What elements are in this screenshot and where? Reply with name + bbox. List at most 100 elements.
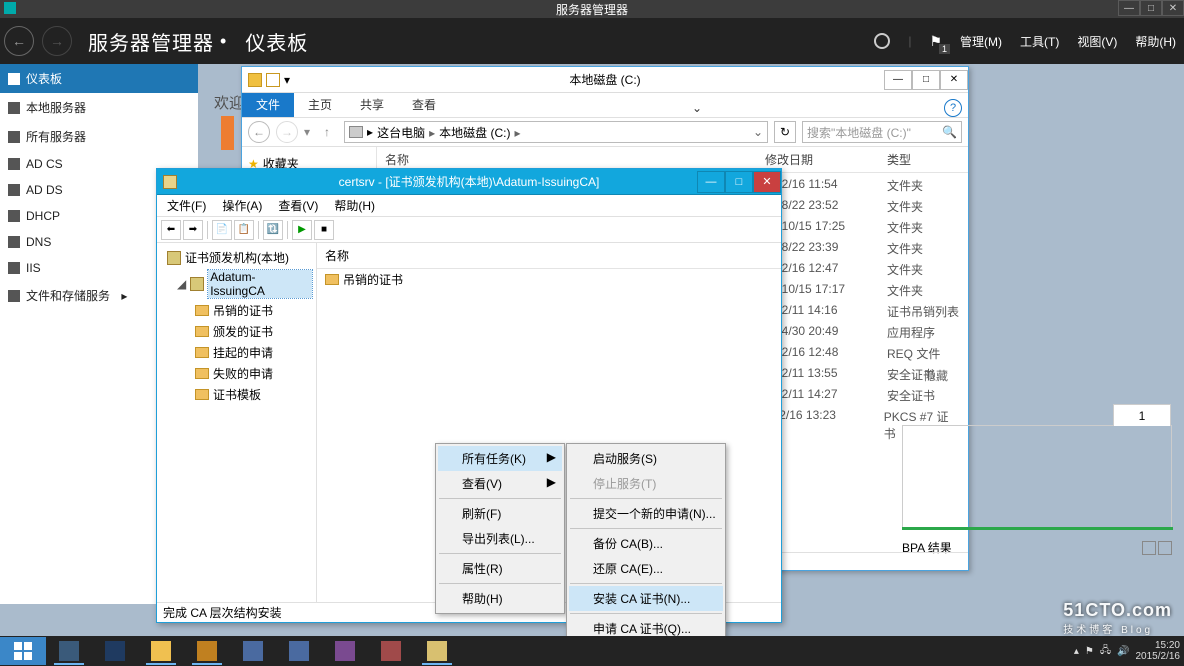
- mmc-close-button[interactable]: ✕: [753, 171, 781, 193]
- menu-view[interactable]: 视图(V): [1077, 33, 1117, 50]
- menu-item[interactable]: 导出列表(L)...: [438, 526, 562, 551]
- explorer-titlebar[interactable]: ▾ 本地磁盘 (C:) —□✕: [242, 67, 968, 93]
- tb-powershell[interactable]: [92, 637, 138, 665]
- tb-app4[interactable]: [322, 637, 368, 665]
- menu-item[interactable]: 帮助(H): [438, 586, 562, 611]
- tb-stop-icon[interactable]: ■: [314, 220, 334, 240]
- tb-app5[interactable]: [368, 637, 414, 665]
- up-button[interactable]: ↑: [316, 121, 338, 143]
- tree-item[interactable]: 证书模板: [187, 384, 314, 405]
- menu-item[interactable]: 安装 CA 证书(N)...: [569, 586, 723, 611]
- refresh-icon[interactable]: [874, 33, 890, 49]
- mmc-tree[interactable]: 证书颁发机构(本地) ◢Adatum-IssuingCA 吊销的证书颁发的证书挂…: [157, 243, 317, 602]
- refresh-button[interactable]: ↻: [774, 121, 796, 143]
- tray-clock[interactable]: 15:202015/2/16: [1136, 640, 1181, 662]
- context-menu-2[interactable]: 启动服务(S)停止服务(T)提交一个新的申请(N)...备份 CA(B)...还…: [566, 443, 726, 644]
- menu-item[interactable]: 刷新(F): [438, 501, 562, 526]
- sidebar-item-all[interactable]: 所有服务器: [0, 122, 198, 151]
- crumb-drive[interactable]: 本地磁盘 (C:): [439, 124, 520, 141]
- tb-up-icon[interactable]: 📄: [212, 220, 232, 240]
- close-button[interactable]: ✕: [1162, 0, 1184, 16]
- tree-item[interactable]: 吊销的证书: [187, 300, 314, 321]
- menu-item[interactable]: 启动服务(S): [569, 446, 723, 471]
- col-type[interactable]: 类型: [887, 151, 911, 168]
- notifications-flag-icon[interactable]: ⚑1: [929, 33, 942, 50]
- mmc-titlebar[interactable]: certsrv - [证书颁发机构(本地)\Adatum-IssuingCA] …: [157, 169, 781, 195]
- start-button[interactable]: [0, 637, 46, 665]
- server-tile-count[interactable]: 1: [1113, 404, 1171, 426]
- tree-item[interactable]: 颁发的证书: [187, 321, 314, 342]
- exp-maximize-button[interactable]: □: [912, 70, 940, 90]
- tb-props-icon[interactable]: 📋: [234, 220, 254, 240]
- back-nav-button[interactable]: ←: [248, 121, 270, 143]
- tab-share[interactable]: 共享: [346, 92, 398, 117]
- qat-icon[interactable]: [266, 73, 280, 87]
- ribbon-expand[interactable]: ⌄: [690, 99, 704, 117]
- maximize-button[interactable]: □: [1140, 0, 1162, 16]
- tray-network-icon[interactable]: 🖧: [1100, 643, 1111, 660]
- sidebar-item-dashboard[interactable]: 仪表板: [0, 64, 198, 93]
- mmc-list-header[interactable]: 名称: [317, 243, 781, 269]
- col-name[interactable]: 名称: [385, 151, 765, 168]
- col-date[interactable]: 修改日期: [765, 151, 887, 168]
- menu-file[interactable]: 文件(F): [161, 195, 212, 216]
- quickstart-marker: [221, 116, 234, 150]
- list-item[interactable]: 吊销的证书: [317, 269, 781, 290]
- menu-item[interactable]: 属性(R): [438, 556, 562, 581]
- menu-help[interactable]: 帮助(H): [1135, 33, 1176, 50]
- tb-app1[interactable]: [184, 637, 230, 665]
- menu-manage[interactable]: 管理(M): [960, 33, 1002, 50]
- breadcrumb-page[interactable]: 仪表板: [245, 27, 308, 56]
- menu-item[interactable]: 所有任务(K)▶: [438, 446, 562, 471]
- help-icon[interactable]: ?: [944, 99, 962, 117]
- tb-servermanager[interactable]: [46, 637, 92, 665]
- tb-forward-icon[interactable]: ➡: [183, 220, 203, 240]
- tray-expand-icon[interactable]: ▴: [1074, 646, 1079, 657]
- tree-item[interactable]: 挂起的申请: [187, 342, 314, 363]
- tb-start-icon[interactable]: ▶: [292, 220, 312, 240]
- history-arrow[interactable]: ▾: [304, 125, 310, 139]
- tray-sound-icon[interactable]: 🔊: [1117, 646, 1129, 657]
- tray-flag-icon[interactable]: ⚑: [1085, 646, 1094, 657]
- tree-item[interactable]: 失败的申请: [187, 363, 314, 384]
- menu-help[interactable]: 帮助(H): [328, 195, 381, 216]
- crumb-pc[interactable]: 这台电脑: [377, 124, 435, 141]
- mmc-minimize-button[interactable]: —: [697, 171, 725, 193]
- path-sep[interactable]: ▸: [367, 125, 373, 139]
- tab-view[interactable]: 查看: [398, 92, 450, 117]
- menu-item[interactable]: 提交一个新的申请(N)...: [569, 501, 723, 526]
- view-icon-1[interactable]: [1142, 541, 1156, 555]
- menu-tools[interactable]: 工具(T): [1020, 33, 1059, 50]
- menu-item[interactable]: 备份 CA(B)...: [569, 531, 723, 556]
- forward-button[interactable]: →: [42, 26, 72, 56]
- tab-home[interactable]: 主页: [294, 92, 346, 117]
- tree-ca[interactable]: ◢Adatum-IssuingCA: [159, 268, 314, 300]
- forward-nav-button[interactable]: →: [276, 121, 298, 143]
- tb-back-icon[interactable]: ⬅: [161, 220, 181, 240]
- view-icon-2[interactable]: [1158, 541, 1172, 555]
- menu-item[interactable]: 还原 CA(E)...: [569, 556, 723, 581]
- tb-app3[interactable]: [276, 637, 322, 665]
- path-expand[interactable]: ⌄: [753, 125, 763, 139]
- tb-refresh-icon[interactable]: 🔃: [263, 220, 283, 240]
- menu-view[interactable]: 查看(V): [272, 195, 324, 216]
- back-button[interactable]: ←: [4, 26, 34, 56]
- tb-app2[interactable]: [230, 637, 276, 665]
- tab-file[interactable]: 文件: [242, 92, 294, 117]
- tb-explorer[interactable]: [138, 637, 184, 665]
- qat-arrow[interactable]: ▾: [284, 73, 290, 87]
- address-path[interactable]: ▸ 这台电脑 本地磁盘 (C:) ⌄: [344, 121, 768, 143]
- context-menu-1[interactable]: 所有任务(K)▶查看(V)▶ 刷新(F)导出列表(L)... 属性(R) 帮助(H): [435, 443, 565, 614]
- menu-item[interactable]: 查看(V)▶: [438, 471, 562, 496]
- exp-minimize-button[interactable]: —: [884, 70, 912, 90]
- minimize-button[interactable]: —: [1118, 0, 1140, 16]
- menu-action[interactable]: 操作(A): [216, 195, 268, 216]
- tb-certsrv[interactable]: [414, 637, 460, 665]
- server-tile[interactable]: 1: [902, 425, 1172, 530]
- sidebar-item-local[interactable]: 本地服务器: [0, 93, 198, 122]
- breadcrumb-root[interactable]: 服务器管理器: [88, 27, 214, 56]
- tree-root[interactable]: 证书颁发机构(本地): [159, 247, 314, 268]
- search-input[interactable]: 搜索"本地磁盘 (C:)"🔍: [802, 121, 962, 143]
- exp-close-button[interactable]: ✕: [940, 70, 968, 90]
- mmc-maximize-button[interactable]: □: [725, 171, 753, 193]
